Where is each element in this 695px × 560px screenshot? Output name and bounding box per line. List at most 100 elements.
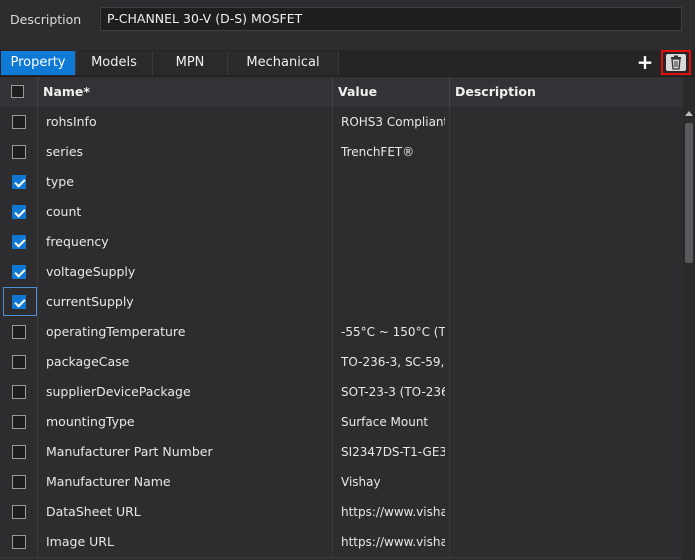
- cell-value[interactable]: TO-236-3, SC-59, SOT-23-3: [341, 347, 445, 377]
- row-checkbox[interactable]: [12, 145, 26, 159]
- scroll-up-icon[interactable]: [685, 111, 693, 116]
- row-checkbox[interactable]: [12, 265, 26, 279]
- column-divider: [332, 437, 333, 467]
- cell-value[interactable]: [341, 167, 445, 197]
- row-checkbox[interactable]: [12, 235, 26, 249]
- column-divider: [332, 377, 333, 407]
- table-row[interactable]: supplierDevicePackage SOT-23-3 (TO-236): [0, 377, 683, 408]
- column-divider: [332, 317, 333, 347]
- table-row[interactable]: Manufacturer Part Number SI2347DS-T1-GE3: [0, 437, 683, 468]
- table-row[interactable]: frequency: [0, 227, 683, 258]
- cell-name[interactable]: Image URL: [46, 527, 114, 557]
- table-row[interactable]: rohsInfo ROHS3 Compliant: [0, 107, 683, 138]
- table-row[interactable]: packageCase TO-236-3, SC-59, SOT-23-3: [0, 347, 683, 378]
- row-checkbox[interactable]: [12, 415, 26, 429]
- cell-name[interactable]: rohsInfo: [46, 107, 97, 137]
- tab-models[interactable]: Models: [76, 51, 153, 75]
- row-checkbox[interactable]: [12, 355, 26, 369]
- table-row[interactable]: voltageSupply: [0, 257, 683, 288]
- cell-name[interactable]: voltageSupply: [46, 257, 135, 287]
- table-row[interactable]: count: [0, 197, 683, 228]
- cell-name[interactable]: packageCase: [46, 347, 129, 377]
- tab-property[interactable]: Property: [1, 51, 76, 75]
- column-divider: [332, 167, 333, 197]
- row-checkbox[interactable]: [12, 325, 26, 339]
- cell-value[interactable]: https://www.vishay.com: [341, 527, 445, 557]
- cell-value[interactable]: https://www.vishay.com: [341, 497, 445, 527]
- cell-name[interactable]: currentSupply: [46, 287, 134, 317]
- row-checkbox[interactable]: [12, 475, 26, 489]
- table-row[interactable]: Image URL https://www.vishay.com: [0, 527, 683, 558]
- table-row[interactable]: series TrenchFET®: [0, 137, 683, 168]
- cell-value[interactable]: [341, 287, 445, 317]
- column-divider: [449, 347, 450, 377]
- column-divider: [37, 137, 38, 167]
- column-divider: [37, 167, 38, 197]
- column-header-value[interactable]: Value: [332, 77, 449, 107]
- tab-mpn[interactable]: MPN: [153, 51, 228, 75]
- column-divider: [332, 467, 333, 497]
- add-property-button[interactable]: +: [635, 51, 655, 73]
- column-divider: [332, 197, 333, 227]
- trash-icon: [666, 54, 686, 71]
- column-divider: [449, 257, 450, 287]
- column-divider: [332, 347, 333, 377]
- column-divider: [449, 497, 450, 527]
- table-row[interactable]: operatingTemperature -55°C ~ 150°C (TJ): [0, 317, 683, 348]
- description-label: Description: [10, 12, 82, 27]
- column-divider: [332, 527, 333, 557]
- cell-value[interactable]: Vishay: [341, 467, 445, 497]
- row-checkbox[interactable]: [12, 175, 26, 189]
- column-divider: [449, 287, 450, 317]
- cell-value[interactable]: [341, 227, 445, 257]
- row-checkbox[interactable]: [12, 205, 26, 219]
- column-divider: [449, 317, 450, 347]
- cell-value[interactable]: [341, 197, 445, 227]
- tab-bar: Property Models MPN Mechanical: [0, 50, 695, 77]
- cell-name[interactable]: series: [46, 137, 83, 167]
- cell-value[interactable]: -55°C ~ 150°C (TJ): [341, 317, 445, 347]
- column-divider: [37, 497, 38, 527]
- delete-button[interactable]: [661, 50, 691, 75]
- row-checkbox[interactable]: [12, 295, 26, 309]
- cell-name[interactable]: operatingTemperature: [46, 317, 185, 347]
- column-divider: [37, 467, 38, 497]
- column-divider: [37, 107, 38, 137]
- cell-name[interactable]: frequency: [46, 227, 109, 257]
- cell-name[interactable]: Manufacturer Name: [46, 467, 171, 497]
- column-divider: [449, 437, 450, 467]
- cell-name[interactable]: type: [46, 167, 74, 197]
- scrollbar-thumb[interactable]: [685, 123, 693, 263]
- cell-name[interactable]: Manufacturer Part Number: [46, 437, 213, 467]
- cell-value[interactable]: SI2347DS-T1-GE3: [341, 437, 445, 467]
- cell-value[interactable]: ROHS3 Compliant: [341, 107, 445, 137]
- row-checkbox[interactable]: [12, 115, 26, 129]
- cell-value[interactable]: [341, 257, 445, 287]
- cell-name[interactable]: supplierDevicePackage: [46, 377, 191, 407]
- row-checkbox[interactable]: [12, 505, 26, 519]
- table-row[interactable]: currentSupply: [0, 287, 683, 318]
- cell-value[interactable]: SOT-23-3 (TO-236): [341, 377, 445, 407]
- column-divider: [332, 407, 333, 437]
- column-header-name[interactable]: Name*: [37, 77, 332, 107]
- table-row[interactable]: type: [0, 167, 683, 198]
- cell-value[interactable]: Surface Mount: [341, 407, 445, 437]
- vertical-scrollbar[interactable]: [683, 77, 695, 560]
- column-divider: [37, 197, 38, 227]
- table-row[interactable]: mountingType Surface Mount: [0, 407, 683, 438]
- cell-value[interactable]: TrenchFET®: [341, 137, 445, 167]
- description-input[interactable]: P-CHANNEL 30-V (D-S) MOSFET: [100, 7, 682, 31]
- column-header-description[interactable]: Description: [449, 77, 683, 107]
- row-checkbox[interactable]: [12, 535, 26, 549]
- cell-name[interactable]: DataSheet URL: [46, 497, 141, 527]
- row-checkbox[interactable]: [12, 445, 26, 459]
- select-all-checkbox[interactable]: [11, 85, 24, 98]
- table-row[interactable]: DataSheet URL https://www.vishay.com: [0, 497, 683, 528]
- column-divider: [37, 317, 38, 347]
- cell-name[interactable]: count: [46, 197, 81, 227]
- table-row[interactable]: Manufacturer Name Vishay: [0, 467, 683, 498]
- tab-mechanical[interactable]: Mechanical: [228, 51, 339, 75]
- cell-name[interactable]: mountingType: [46, 407, 135, 437]
- row-checkbox[interactable]: [12, 385, 26, 399]
- column-divider: [449, 107, 450, 137]
